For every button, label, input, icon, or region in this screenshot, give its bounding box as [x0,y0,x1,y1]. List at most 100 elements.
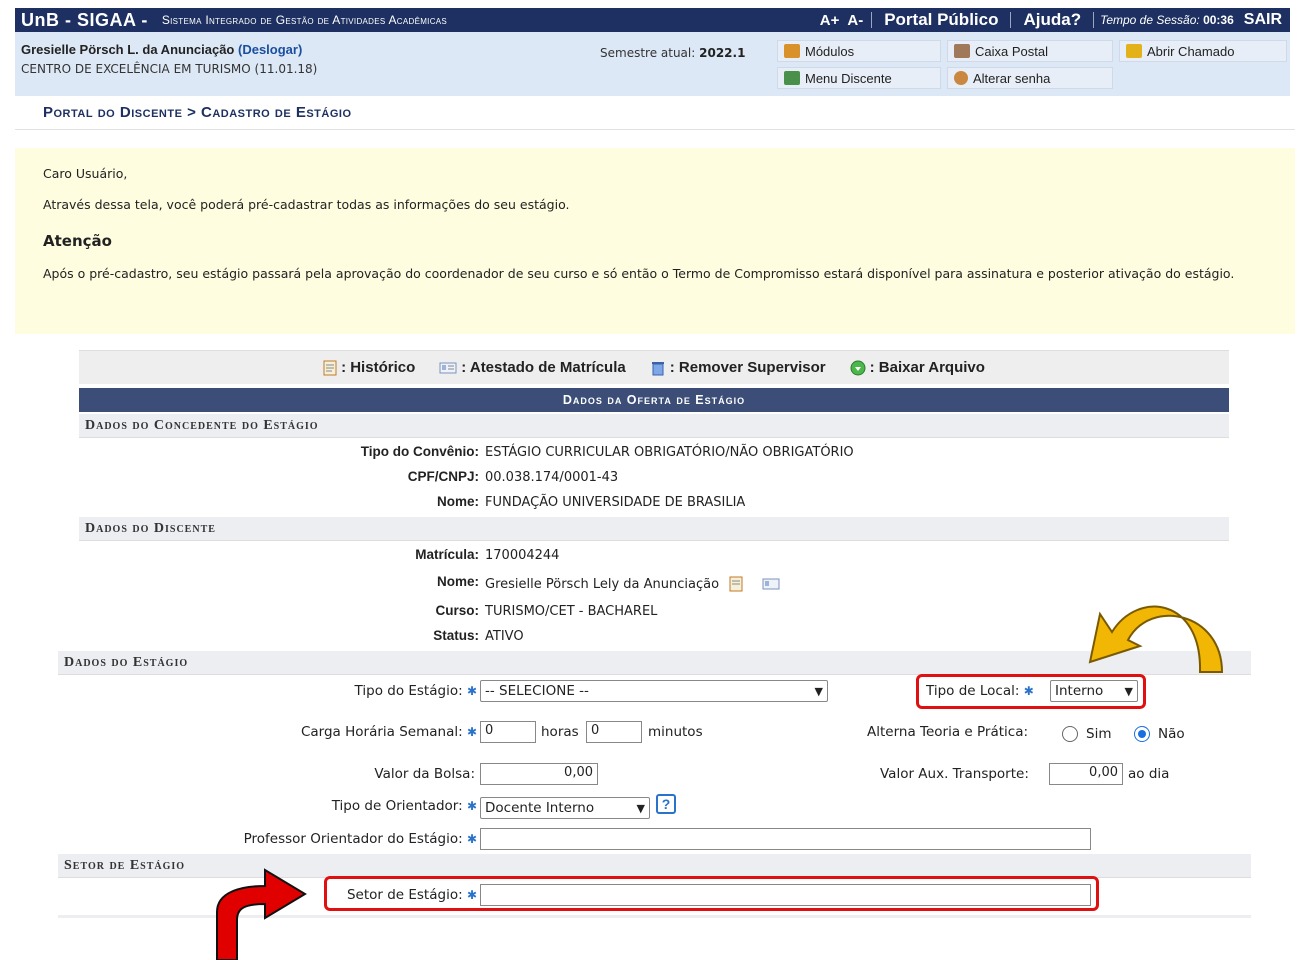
caixa-postal-button[interactable]: Caixa Postal [947,40,1113,62]
baixar-label: : Baixar Arquivo [869,359,985,376]
orientador-tipo-select[interactable]: Docente Interno ▼ [480,797,650,819]
historico-icon[interactable] [729,576,743,592]
info-box: Caro Usuário, Através dessa tela, você p… [15,148,1295,334]
radio-icon[interactable] [1062,726,1078,742]
alterna-nao-radio[interactable]: Não [1134,726,1185,742]
required-icon: ✱ [466,725,477,739]
minutos-unit: minutos [648,724,703,740]
modulos-label: Módulos [805,43,855,59]
abrir-chamado-button[interactable]: Abrir Chamado [1119,40,1287,62]
remover-legend: : Remover Supervisor [650,359,826,376]
sair-button[interactable]: SAIR [1240,11,1290,29]
session-label: Tempo de Sessão: [1100,13,1200,27]
download-icon [850,360,866,375]
atestado-icon[interactable] [762,576,780,592]
user-key-icon [954,71,968,85]
radio-checked-icon[interactable] [1134,726,1150,742]
label-text: Tipo de Orientador: [331,798,463,814]
transporte-unit: ao dia [1128,766,1170,782]
baixar-legend: : Baixar Arquivo [850,359,985,376]
value-text: 00.038.174/0001-43 [485,470,619,485]
label-text: CPF/CNPJ: [407,469,479,484]
value-text: TURISMO/CET - BACHAREL [485,604,658,619]
concedente-nome-label: Nome: [437,494,479,510]
discente-nome-value: Gresielle Pörsch Lely da Anunciação [485,576,780,592]
alterar-senha-button[interactable]: Alterar senha [947,67,1113,89]
label-text: Status: [433,628,479,643]
status-value: ATIVO [485,628,524,644]
app-brand: UnB - SIGAA - [21,9,148,30]
highlight-setor [324,876,1099,911]
matricula-label: Matrícula: [415,547,479,563]
label-text: Curso: [435,603,480,618]
required-icon: ✱ [466,799,477,813]
modulos-button[interactable]: Módulos [777,40,941,62]
user-unit: CENTRO DE EXCELÊNCIA EM TURISMO (11.01.1… [21,62,318,76]
historico-legend: : Histórico [323,359,415,376]
current-semester: Semestre atual: 2022.1 [600,46,745,60]
curved-arrow-yellow [1088,605,1224,673]
ticket-icon [1126,44,1142,58]
minutos-input[interactable]: 0 [586,721,642,743]
select-value: -- SELECIONE -- [485,683,589,699]
box-icon [784,44,800,58]
orientador-tipo-label: Tipo de Orientador: ✱ [332,798,477,814]
value-text: 170004244 [485,548,560,563]
curved-arrow-red [216,868,307,960]
abrir-chamado-label: Abrir Chamado [1147,43,1235,59]
logout-link[interactable]: (Deslogar) [238,42,302,57]
cpf-label: CPF/CNPJ: [408,469,479,485]
historico-label: : Histórico [341,359,416,376]
required-icon: ✱ [466,684,477,698]
font-decrease-button[interactable]: A- [847,12,871,29]
transporte-label: Valor Aux. Transporte: [880,766,1029,782]
tipo-estagio-select[interactable]: -- SELECIONE -- ▼ [480,680,828,702]
breadcrumb-text: Portal do Discente > Cadastro de Estágio [43,104,352,121]
yellow-arrow-shape [1088,605,1224,673]
select-value: Docente Interno [485,800,595,816]
network-icon [784,71,800,85]
id-card-icon [439,362,457,373]
transporte-input[interactable]: 0,00 [1049,763,1123,785]
bolsa-input[interactable]: 0,00 [480,763,598,785]
user-name-line: Gresielle Pörsch L. da Anunciação (Deslo… [21,42,302,57]
horas-unit: horas [541,724,579,740]
info-line-2: Após o pré-cadastro, seu estágio passará… [43,266,1235,281]
carga-horaria-label: Carga Horária Semanal: ✱ [301,724,477,740]
alterna-sim-radio[interactable]: Sim [1062,726,1111,742]
section-concedente: Dados do Concedente do Estágio [79,414,1229,438]
concedente-nome-value: FUNDAÇÃO UNIVERSIDADE DE BRASILIA [485,494,745,510]
tipo-convenio-value: ESTÁGIO CURRICULAR OBRIGATÓRIO/NÃO OBRIG… [485,444,854,460]
horas-input[interactable]: 0 [480,721,536,743]
form-caption: Dados da Oferta de Estágio [79,388,1229,412]
curso-value: TURISMO/CET - BACHAREL [485,603,657,619]
label-text: Tipo do Estágio: [354,683,463,699]
session-time: 00:36 [1203,13,1234,27]
top-bar: UnB - SIGAA - Sistema Integrado de Gestã… [15,8,1290,32]
document-icon [323,360,337,375]
info-line-1: Através dessa tela, você poderá pré-cada… [43,197,570,212]
value-text: FUNDAÇÃO UNIVERSIDADE DE BRASILIA [485,495,746,510]
professor-label: Professor Orientador do Estágio: ✱ [244,831,477,847]
menu-discente-label: Menu Discente [805,70,892,86]
mailbox-icon [954,44,970,58]
professor-input[interactable] [480,828,1091,850]
breadcrumb: Portal do Discente > Cadastro de Estágio [15,96,1295,130]
atestado-label: : Atestado de Matrícula [461,359,626,376]
value-text: ESTÁGIO CURRICULAR OBRIGATÓRIO/NÃO OBRIG… [485,445,854,460]
label-text: Carga Horária Semanal: [300,724,463,740]
portal-publico-link[interactable]: Portal Público [872,10,1010,30]
greeting-text: Caro Usuário, [43,166,128,181]
value-text: Gresielle Pörsch Lely da Anunciação [485,577,720,592]
font-increase-button[interactable]: A+ [812,12,848,29]
trash-icon [651,361,664,375]
value-text: ATIVO [485,629,524,644]
menu-discente-button[interactable]: Menu Discente [777,67,941,89]
radio-label: Não [1158,726,1185,742]
ajuda-link[interactable]: Ajuda? [1011,10,1093,30]
radio-label: Sim [1086,726,1112,742]
alterar-senha-label: Alterar senha [973,70,1051,86]
label-text: Tipo do Convênio: [360,444,479,459]
top-bar-actions: A+ A- Portal Público Ajuda? Tempo de Ses… [812,8,1290,32]
help-icon[interactable]: ? [656,794,676,814]
